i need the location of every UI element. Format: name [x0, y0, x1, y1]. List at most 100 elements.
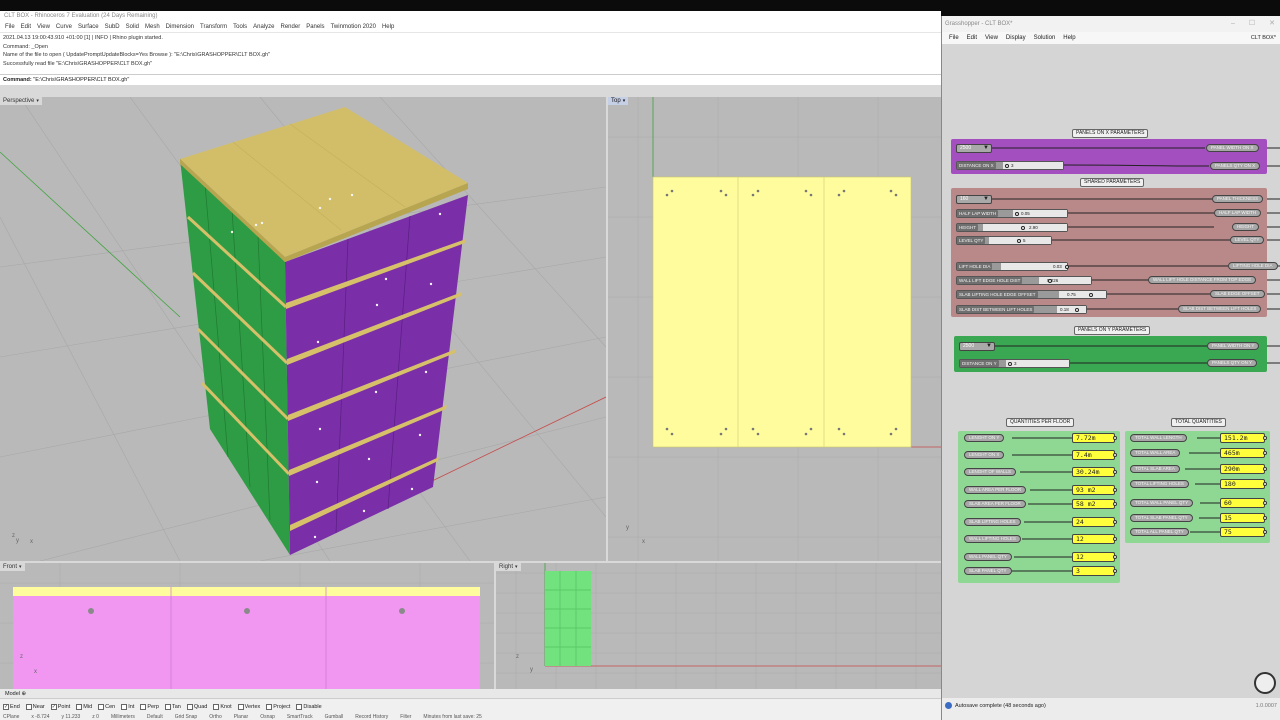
quantity-label[interactable]: TOTAL WALL PANEL QTY: [1130, 499, 1194, 507]
panel-grip[interactable]: [1263, 436, 1267, 440]
panel-grip[interactable]: [1263, 467, 1267, 471]
checkbox[interactable]: ✓: [50, 704, 57, 710]
rhino-menu-dimension[interactable]: Dimension: [163, 22, 197, 32]
quantity-value-panel[interactable]: 15: [1220, 513, 1267, 523]
slider-knob[interactable]: [1015, 211, 1019, 216]
checkbox[interactable]: [25, 704, 32, 710]
panel-grip[interactable]: [1113, 488, 1117, 492]
grasshopper-canvas[interactable]: PANELS ON X PARAMETERS 2500 ▼ DISTANCE ON…: [942, 44, 1280, 698]
panels-x-value-list[interactable]: 2500 ▼: [956, 144, 992, 153]
checkbox[interactable]: [140, 704, 147, 710]
slider-knob[interactable]: [1005, 163, 1009, 168]
rhino-menu-subd[interactable]: SubD: [102, 22, 123, 32]
osnap-end[interactable]: ✓ End: [3, 702, 20, 712]
checkbox[interactable]: ✓: [3, 704, 9, 710]
checkbox[interactable]: [296, 704, 303, 710]
osnap-perp[interactable]: Perp: [140, 702, 159, 712]
status-item[interactable]: SmartTrack: [287, 714, 313, 720]
maximize-icon[interactable]: ☐: [1249, 16, 1255, 32]
checkbox[interactable]: [164, 704, 171, 710]
panel-width-on-y-param[interactable]: PANEL WIDTH ON Y: [1207, 342, 1260, 350]
panel-grip[interactable]: [1263, 516, 1267, 520]
rhino-menu-help[interactable]: Help: [379, 22, 397, 32]
quantity-label[interactable]: LENGHT ON Y: [964, 434, 1005, 442]
panel-grip[interactable]: [1113, 555, 1117, 559]
slab-dist-between-lift-holes-slider[interactable]: SLAB DIST BETWEEN LIFT HOLES 0.18: [956, 305, 1087, 314]
dropdown-arrow-icon[interactable]: ▼: [983, 196, 989, 203]
checkbox[interactable]: [121, 704, 128, 710]
panel-grip[interactable]: [1263, 482, 1267, 486]
slab-edge-offset-param[interactable]: SLAB EDGE OFFSET: [1210, 290, 1265, 298]
status-item[interactable]: Record History: [355, 714, 388, 720]
gh-menu-file[interactable]: File: [945, 32, 963, 44]
rhino-menu-transform[interactable]: Transform: [197, 22, 230, 32]
rhino-menu-analyze[interactable]: Analyze: [250, 22, 277, 32]
lifting-hole-dia-param[interactable]: LIFTING HOLE DIA: [1228, 262, 1278, 270]
close-icon[interactable]: ✕: [1269, 16, 1275, 32]
panel-grip[interactable]: [1263, 451, 1267, 455]
slider-knob[interactable]: [1048, 278, 1052, 283]
front-viewport[interactable]: Front ▾ zx: [0, 563, 494, 689]
status-item[interactable]: x -8.724: [31, 714, 49, 720]
quantity-label[interactable]: SLAB LIFTING HOLES: [964, 518, 1021, 526]
quantity-label[interactable]: TOTAL SLAB PANEL QTY: [1130, 514, 1193, 522]
rhino-menu-view[interactable]: View: [34, 22, 53, 32]
panel-thickness-value-list[interactable]: 160 ▼: [956, 195, 992, 204]
panel-thickness-param[interactable]: PANEL THICKNESS: [1212, 195, 1264, 203]
quantity-value-panel[interactable]: 75: [1220, 527, 1267, 537]
panel-grip[interactable]: [1263, 501, 1267, 505]
dropdown-arrow-icon[interactable]: ▼: [983, 145, 989, 152]
wall-lift-edge-hole-dist-slider[interactable]: WALL LIFT EDGE HOLE DIST 0.226: [956, 276, 1092, 285]
quantity-label[interactable]: SLAB AREA PER FLOOR: [964, 500, 1026, 508]
right-viewport[interactable]: Right ▾ zy: [496, 563, 941, 689]
slab-lifting-hole-edge-offset-slider[interactable]: SLAB LIFTING HOLE EDGE OFFSET 0.75: [956, 290, 1107, 299]
quantity-value-panel[interactable]: 7.4m: [1072, 450, 1117, 460]
gh-menu-edit[interactable]: Edit: [963, 32, 981, 44]
panels-qty-on-y-param[interactable]: PANELS QTY ON Y: [1207, 359, 1258, 367]
slab-dist-between-lift-holes-param[interactable]: SLAB DIST BETWEEN LIFT HOLES: [1178, 305, 1262, 313]
distance-on-x-slider[interactable]: DISTANCE ON X 3: [956, 161, 1064, 170]
rhino-menu-twinmotion-2020[interactable]: Twinmotion 2020: [328, 22, 379, 32]
quantity-value-panel[interactable]: 12: [1072, 534, 1117, 544]
quantity-value-panel[interactable]: 93 m2: [1072, 485, 1117, 495]
slider-knob[interactable]: [1089, 292, 1093, 297]
osnap-cen[interactable]: Cen: [98, 702, 115, 712]
level-qty-param[interactable]: LEVEL QTY: [1230, 236, 1265, 244]
status-item[interactable]: z 0: [92, 714, 99, 720]
gh-menu-help[interactable]: Help: [1059, 32, 1079, 44]
panel-grip[interactable]: [1113, 453, 1117, 457]
rhino-menu-curve[interactable]: Curve: [53, 22, 75, 32]
status-item[interactable]: Ortho: [209, 714, 222, 720]
osnap-point[interactable]: ✓ Point: [50, 702, 70, 712]
slider-knob[interactable]: [1017, 238, 1021, 243]
rhino-menu-edit[interactable]: Edit: [18, 22, 34, 32]
quantity-value-panel[interactable]: 180: [1220, 479, 1267, 489]
osnap-quad[interactable]: Quad: [186, 702, 207, 712]
height-slider[interactable]: HEIGHT 2.90: [956, 223, 1068, 232]
rhino-menu-surface[interactable]: Surface: [75, 22, 102, 32]
panel-grip[interactable]: [1113, 470, 1117, 474]
half-lap-width-param[interactable]: HALF LAP WIDTH: [1214, 209, 1262, 217]
status-item[interactable]: CPlane: [3, 714, 19, 720]
top-viewport-label[interactable]: Top ▾: [608, 97, 629, 105]
perspective-viewport-label[interactable]: Perspective ▾: [0, 97, 42, 105]
quantity-label[interactable]: WALL PANEL QTY: [964, 553, 1012, 561]
quantity-value-panel[interactable]: 24: [1072, 517, 1117, 527]
osnap-near[interactable]: Near: [25, 702, 45, 712]
status-item[interactable]: Planar: [234, 714, 248, 720]
status-item[interactable]: Filter: [400, 714, 411, 720]
lift-hole-dia-slider[interactable]: LIFT HOLE DIA 0.03: [956, 262, 1069, 271]
dropdown-arrow-icon[interactable]: ▼: [986, 343, 992, 350]
status-item[interactable]: Gumball: [325, 714, 344, 720]
rhino-menu-mesh[interactable]: Mesh: [142, 22, 163, 32]
minimize-icon[interactable]: –: [1231, 16, 1235, 32]
quantity-value-panel[interactable]: 30.24m: [1072, 467, 1117, 477]
gh-menu-view[interactable]: View: [981, 32, 1002, 44]
panels-y-value-list[interactable]: 2500 ▼: [959, 342, 995, 351]
osnap-vertex[interactable]: Vertex: [237, 702, 260, 712]
quantity-label[interactable]: LENGHT OF WALLS: [964, 468, 1017, 476]
panel-grip[interactable]: [1113, 520, 1117, 524]
quantity-value-panel[interactable]: 151.2m: [1220, 433, 1267, 443]
rhino-menu-solid[interactable]: Solid: [123, 22, 142, 32]
quantity-label[interactable]: TOTAL ALL PANEL QTY: [1130, 528, 1189, 536]
